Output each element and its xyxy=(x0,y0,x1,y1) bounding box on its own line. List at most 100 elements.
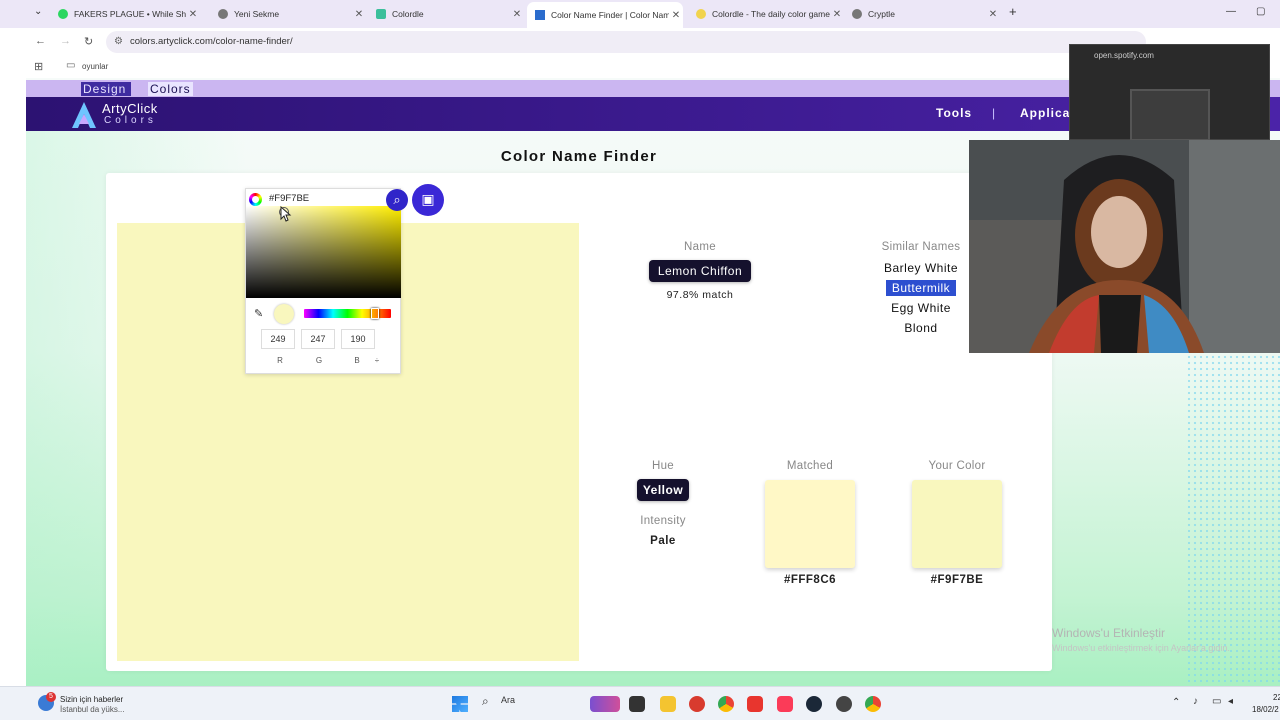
format-toggle-icon[interactable]: ÷ xyxy=(360,356,394,365)
r-input[interactable]: 249 xyxy=(261,329,295,349)
news-widget-subtitle: İstanbul da yüks... xyxy=(60,705,125,714)
windows-taskbar: 5 Sizin için haberler İstanbul da yüks..… xyxy=(0,686,1280,720)
file-explorer-icon[interactable] xyxy=(660,696,676,712)
similar-names-label: Similar Names xyxy=(881,241,961,253)
similar-name-item[interactable]: Buttermilk xyxy=(886,280,956,296)
volume-icon[interactable]: ◂ xyxy=(1228,696,1233,707)
color-wheel-icon[interactable] xyxy=(249,193,262,206)
new-tab-icon[interactable]: + xyxy=(1009,4,1017,19)
color-name-badge: Lemon Chiffon xyxy=(649,260,751,282)
app-bolt-icon[interactable] xyxy=(747,696,763,712)
artyclick-icon xyxy=(535,10,545,20)
g-input[interactable]: 247 xyxy=(301,329,335,349)
mouse-cursor-icon xyxy=(280,206,292,222)
name-label: Name xyxy=(684,241,716,253)
intensity-label: Intensity xyxy=(640,515,686,527)
top-tab-design[interactable]: Design xyxy=(81,82,131,96)
tab-close-icon[interactable]: ✕ xyxy=(986,9,1000,20)
nav-separator: | xyxy=(992,106,997,120)
your-color-label: Your Color xyxy=(928,460,986,472)
color-preview-dot xyxy=(274,304,294,324)
steam-icon[interactable] xyxy=(806,696,822,712)
similar-name-item[interactable]: Egg White xyxy=(876,301,966,315)
chrome-icon xyxy=(218,9,228,19)
similar-name-item[interactable]: Barley White xyxy=(876,261,966,275)
tab-close-icon[interactable]: ✕ xyxy=(669,10,683,21)
b-input[interactable]: 190 xyxy=(341,329,375,349)
task-view-icon[interactable] xyxy=(629,696,645,712)
windows-activation-subtitle: Windows'u etkinleştirmek için Ayarlar'a … xyxy=(1052,643,1230,653)
saturation-area[interactable] xyxy=(246,206,401,298)
app-red-icon[interactable] xyxy=(689,696,705,712)
logo-text: ArtyClick xyxy=(102,101,158,116)
search-color-button[interactable]: ⌕ xyxy=(386,189,408,211)
app-dark-icon[interactable] xyxy=(836,696,852,712)
nav-applications[interactable]: Applicat xyxy=(1020,106,1075,120)
music-app-icon[interactable] xyxy=(777,696,793,712)
tray-chevron-icon[interactable]: ⌃ xyxy=(1172,697,1180,708)
intensity-value: Pale xyxy=(650,535,676,547)
webcam-person-image xyxy=(969,140,1280,353)
microphone-icon[interactable]: ♪ xyxy=(1193,696,1198,707)
spotify-popup-title: open.spotify.com xyxy=(1094,51,1154,60)
your-color-swatch xyxy=(912,480,1002,568)
reload-icon[interactable]: ↻ xyxy=(84,35,93,48)
colordle-daily-icon xyxy=(696,9,706,19)
tab-close-icon[interactable]: ✕ xyxy=(830,9,844,20)
site-info-icon[interactable]: ⚙ xyxy=(114,31,123,53)
url-text: colors.artyclick.com/color-name-finder/ xyxy=(130,36,293,47)
search-highlight-icon[interactable] xyxy=(590,696,620,712)
spotify-popup[interactable]: open.spotify.com xyxy=(1069,44,1270,141)
back-icon[interactable]: ← xyxy=(35,35,46,47)
tab-colordle-daily[interactable]: Colordle - The daily color game ✕ xyxy=(688,4,844,24)
match-percent: 97.8% match xyxy=(666,289,734,301)
bookmark-folder-label[interactable]: oyunlar xyxy=(82,62,108,71)
webcam-overlay xyxy=(969,140,1280,353)
spotify-icon xyxy=(58,9,68,19)
artyclick-logo[interactable]: ArtyClick Colors xyxy=(72,101,192,129)
search-icon[interactable]: ⌕ xyxy=(482,694,489,709)
tab-close-icon[interactable]: ✕ xyxy=(352,9,366,20)
image-icon: ▣ xyxy=(421,191,435,207)
search-icon: ⌕ xyxy=(393,192,401,207)
tab-cryptle[interactable]: Cryptle ✕ xyxy=(844,4,1000,24)
news-widget-title[interactable]: Sizin için haberler xyxy=(60,695,123,704)
top-tab-colors[interactable]: Colors xyxy=(148,82,193,96)
matched-hex: #FFF8C6 xyxy=(783,574,837,586)
tab-close-icon[interactable]: ✕ xyxy=(186,9,200,20)
chrome-icon[interactable] xyxy=(718,696,734,712)
g-label: G xyxy=(315,356,323,365)
eyedropper-icon[interactable]: ✎ xyxy=(254,307,263,320)
taskbar-search[interactable]: Ara xyxy=(501,695,515,705)
url-bar[interactable]: ⚙ colors.artyclick.com/color-name-finder… xyxy=(106,31,1146,53)
matched-color-swatch xyxy=(765,480,855,568)
tab-close-icon[interactable]: ✕ xyxy=(510,9,524,20)
news-badge: 5 xyxy=(46,692,56,702)
tab-color-name-finder[interactable]: Color Name Finder | Color Nam ✕ xyxy=(527,2,683,28)
network-icon[interactable]: ▭ xyxy=(1212,696,1221,707)
maximize-icon[interactable]: ▢ xyxy=(1256,6,1265,17)
hue-slider-handle[interactable] xyxy=(371,308,379,319)
tab-spotify[interactable]: FAKERS PLAGUE • While Sh ✕ xyxy=(50,4,200,24)
your-color-hex: #F9F7BE xyxy=(930,574,984,586)
hue-badge: Yellow xyxy=(637,479,689,501)
page-title: Color Name Finder xyxy=(500,148,658,165)
similar-name-item[interactable]: Blond xyxy=(876,321,966,335)
clock-date[interactable]: 18/02/2 xyxy=(1252,705,1279,714)
minimize-icon[interactable]: — xyxy=(1226,6,1236,17)
artyclick-logo-icon xyxy=(72,102,96,128)
nav-tools[interactable]: Tools xyxy=(936,106,972,120)
tab-search-chevron-icon[interactable]: ⌄ xyxy=(34,6,42,17)
clock-time[interactable]: 22 xyxy=(1273,693,1280,702)
windows-start-icon[interactable] xyxy=(452,696,468,712)
tab-new-tab[interactable]: Yeni Sekme ✕ xyxy=(210,4,366,24)
tab-colordle[interactable]: Colordle ✕ xyxy=(368,4,524,24)
chrome-profile-icon[interactable] xyxy=(865,696,881,712)
album-art xyxy=(1130,89,1210,141)
decorative-dot-grid xyxy=(1186,348,1280,686)
apps-grid-icon[interactable]: ⊞ xyxy=(34,60,43,73)
forward-icon[interactable]: → xyxy=(60,35,71,47)
browser-tab-strip: ⌄ FAKERS PLAGUE • While Sh ✕ Yeni Sekme … xyxy=(0,0,1280,28)
colordle-icon xyxy=(376,9,386,19)
upload-image-button[interactable]: ▣ xyxy=(412,184,444,216)
